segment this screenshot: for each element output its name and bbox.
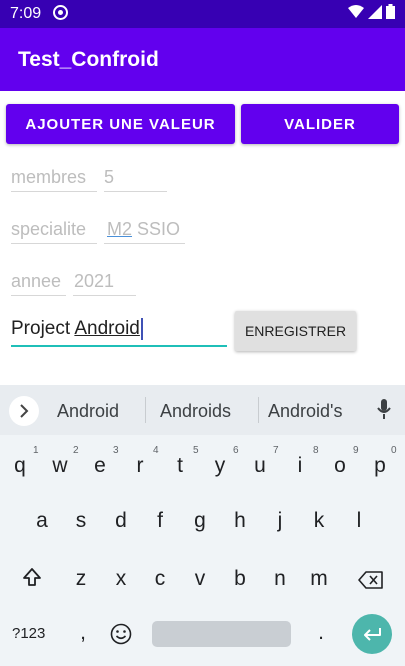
- key-o[interactable]: o: [322, 454, 358, 478]
- key-m[interactable]: m: [301, 567, 337, 591]
- annee-input[interactable]: 2021: [74, 271, 114, 292]
- key-hint: 1: [33, 445, 39, 456]
- key-j[interactable]: j: [262, 509, 298, 533]
- project-underlined: Android: [74, 318, 140, 340]
- key-hint: 7: [273, 445, 279, 456]
- enter-key[interactable]: [352, 614, 392, 654]
- key-t[interactable]: t: [162, 454, 198, 478]
- key-hint: 3: [113, 445, 119, 456]
- key-hint: 8: [313, 445, 319, 456]
- members-input[interactable]: 5: [104, 167, 114, 188]
- key-hint: 9: [353, 445, 359, 456]
- key-r[interactable]: r: [122, 454, 158, 478]
- annee-input-underline: [73, 295, 136, 296]
- validate-button[interactable]: VALIDER: [241, 104, 399, 144]
- signal-icon: [368, 4, 382, 19]
- key-hint: 2: [73, 445, 79, 456]
- emoji-icon[interactable]: [110, 623, 132, 645]
- key-c[interactable]: c: [142, 567, 178, 591]
- key-hint: 4: [153, 445, 159, 456]
- key-d[interactable]: d: [103, 509, 139, 533]
- key-a[interactable]: a: [24, 509, 60, 533]
- key-g[interactable]: g: [182, 509, 218, 533]
- key-hint: 0: [391, 445, 397, 456]
- key-k[interactable]: k: [301, 509, 337, 533]
- project-input-underline: [11, 345, 227, 347]
- key-z[interactable]: z: [63, 567, 99, 591]
- key-f[interactable]: f: [142, 509, 178, 533]
- key-s[interactable]: s: [63, 509, 99, 533]
- expand-suggestions-icon[interactable]: [9, 396, 39, 426]
- specialite-label: specialite: [11, 219, 87, 239]
- key-v[interactable]: v: [182, 567, 218, 591]
- suggestion-1[interactable]: Android: [57, 401, 119, 422]
- suggestion-bar: Android Androids Android's: [0, 385, 405, 435]
- notification-icon: [53, 5, 68, 20]
- suggestion-divider: [145, 397, 146, 423]
- specialite-value-underlined: M2: [107, 219, 133, 239]
- members-label: membres: [11, 167, 87, 187]
- key-q[interactable]: q: [2, 454, 38, 478]
- key-y[interactable]: y: [202, 454, 238, 478]
- key-hint: 6: [233, 445, 239, 456]
- key-p[interactable]: p: [362, 454, 398, 478]
- status-bar: 7:09: [0, 0, 405, 28]
- backspace-icon[interactable]: [358, 571, 384, 589]
- annee-label: annee: [11, 271, 62, 291]
- key-x[interactable]: x: [103, 567, 139, 591]
- suggestion-2[interactable]: Androids: [160, 401, 231, 422]
- key-comma[interactable]: ,: [65, 621, 101, 645]
- key-i[interactable]: i: [282, 454, 318, 478]
- specialite-input[interactable]: M2 SSIO: [107, 219, 180, 240]
- text-cursor: [140, 318, 143, 340]
- app-bar: Test_Confroid: [0, 28, 405, 91]
- space-key[interactable]: [152, 621, 291, 647]
- project-input[interactable]: Project Android: [11, 318, 143, 340]
- app-title: Test_Confroid: [18, 48, 159, 71]
- key-u[interactable]: u: [242, 454, 278, 478]
- add-value-button[interactable]: AJOUTER UNE VALEUR: [6, 104, 235, 144]
- save-button[interactable]: ENREGISTRER: [235, 311, 356, 351]
- suggestion-3[interactable]: Android's: [268, 401, 342, 422]
- wifi-icon: [348, 4, 364, 18]
- status-time: 7:09: [10, 5, 42, 22]
- key-n[interactable]: n: [262, 567, 298, 591]
- key-hint: 5: [193, 445, 199, 456]
- key-period[interactable]: .: [303, 621, 339, 645]
- key-l[interactable]: l: [341, 509, 377, 533]
- soft-keyboard: Android Androids Android's q w e r t y u…: [0, 385, 405, 666]
- suggestion-divider: [258, 397, 259, 423]
- members-label-underline: [11, 191, 97, 192]
- microphone-icon[interactable]: [377, 399, 391, 421]
- key-w[interactable]: w: [42, 454, 78, 478]
- specialite-label-underline: [11, 243, 97, 244]
- battery-icon: [386, 4, 395, 19]
- key-e[interactable]: e: [82, 454, 118, 478]
- project-prefix: Project: [11, 318, 75, 340]
- status-icons: [348, 4, 395, 19]
- key-h[interactable]: h: [222, 509, 258, 533]
- members-input-underline: [104, 191, 167, 192]
- symbols-key[interactable]: ?123: [12, 625, 45, 642]
- enter-icon: [364, 628, 381, 641]
- key-b[interactable]: b: [222, 567, 258, 591]
- specialite-input-underline: [104, 243, 185, 244]
- specialite-value-rest: SSIO: [132, 219, 181, 239]
- annee-label-underline: [11, 295, 66, 296]
- shift-icon[interactable]: [22, 567, 42, 587]
